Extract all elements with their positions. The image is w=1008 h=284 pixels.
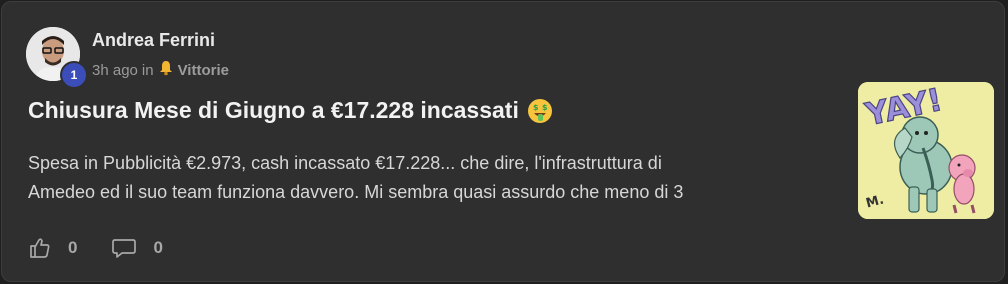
- level-badge: 1: [60, 61, 88, 89]
- like-count: 0: [68, 238, 78, 257]
- comment-count: 0: [153, 238, 163, 257]
- svg-text:$: $: [533, 103, 539, 112]
- author-avatar[interactable]: 1: [26, 27, 88, 89]
- svg-text:$: $: [542, 103, 548, 112]
- post-thumbnail[interactable]: YAY! M.: [858, 82, 994, 219]
- post-excerpt[interactable]: Spesa in Pubblicità €2.973, cash incassa…: [28, 149, 818, 207]
- money-mouth-face-icon: $ $: [527, 98, 552, 123]
- comment-icon: [112, 239, 137, 258]
- excerpt-line: Spesa in Pubblicità €2.973, cash incassa…: [28, 153, 662, 173]
- comment-button[interactable]: 0: [111, 236, 163, 260]
- time-ago: 3h ago: [92, 61, 138, 79]
- excerpt-line: Amedeo ed il suo team funziona davvero. …: [28, 182, 684, 202]
- category-link[interactable]: Vittorie: [178, 62, 229, 79]
- author-name[interactable]: Andrea Ferrini: [92, 30, 215, 51]
- post-meta: 3h ago in Vittorie: [92, 60, 229, 80]
- bell-icon: [158, 60, 174, 80]
- post-actions: 0 0: [28, 236, 163, 260]
- post-title-text: Chiusura Mese di Giugno a €17.228 incass…: [28, 97, 519, 123]
- thumbs-up-icon: [30, 238, 50, 258]
- like-button[interactable]: 0: [28, 236, 77, 260]
- post-title[interactable]: Chiusura Mese di Giugno a €17.228 incass…: [28, 97, 553, 124]
- in-label: in: [141, 61, 154, 79]
- post-card[interactable]: 1 Andrea Ferrini 3h ago in Vittorie Chiu…: [1, 1, 1005, 282]
- yay-elephant-image: YAY! M.: [858, 82, 994, 219]
